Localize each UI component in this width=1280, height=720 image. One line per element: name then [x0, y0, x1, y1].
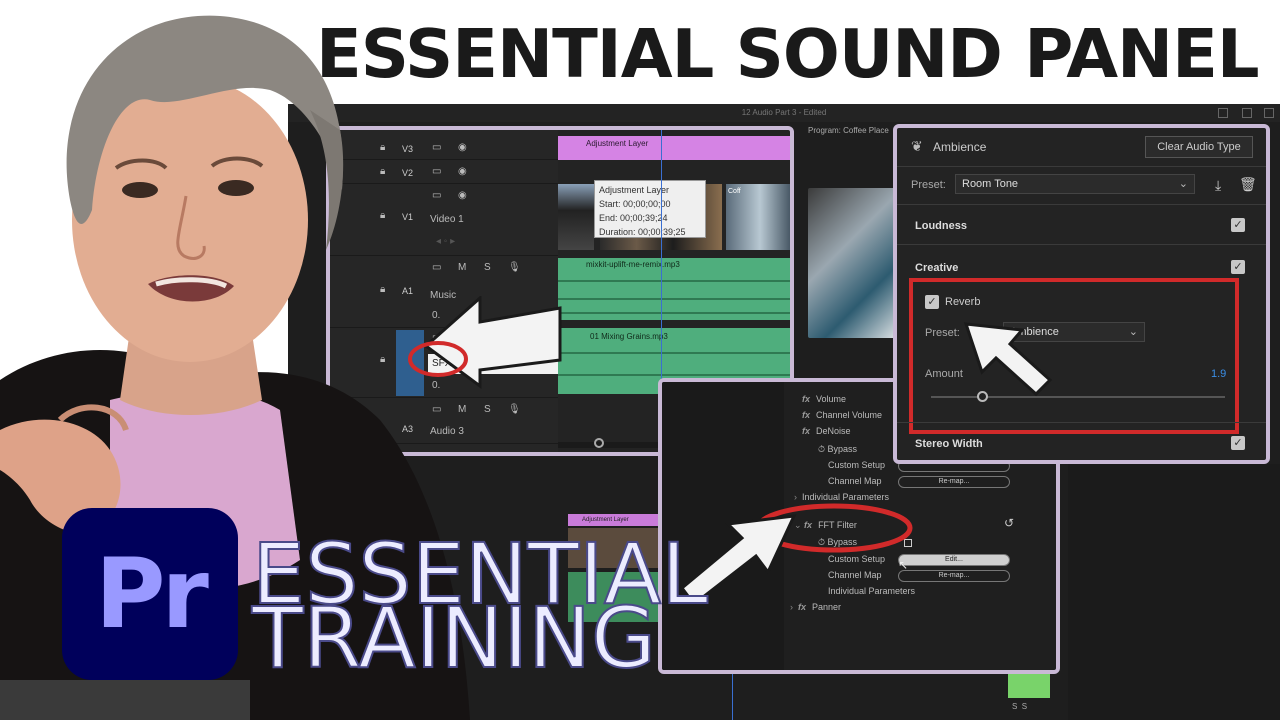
- reset-icon[interactable]: ↺: [1004, 516, 1014, 530]
- denoise-bypass[interactable]: ⏱︎ Bypass: [818, 444, 857, 455]
- tooltip-start: Start: 00;00;00;00: [599, 199, 671, 209]
- video-clip[interactable]: Coff: [726, 184, 790, 250]
- trash-icon[interactable]: 🗑︎: [1239, 176, 1257, 193]
- share-icon[interactable]: [1242, 108, 1252, 118]
- adjustment-layer-label: Adjustment Layer: [586, 139, 649, 148]
- workspace-icon[interactable]: [1218, 108, 1228, 118]
- preset-label: Preset:: [911, 179, 946, 191]
- preset-select[interactable]: Room Tone ⌄: [955, 174, 1195, 194]
- fullscreen-icon[interactable]: [1264, 108, 1274, 118]
- loudness-checkbox[interactable]: ✓: [1231, 218, 1245, 232]
- essential-sound-panel: ❦ Ambience Clear Audio Type Preset: Room…: [893, 124, 1270, 464]
- denoise-remap-button[interactable]: Re-map...: [898, 476, 1010, 488]
- premiere-pro-logo: Pr: [62, 508, 238, 680]
- solo-button[interactable]: S: [484, 404, 491, 415]
- tooltip-end: End: 00;00;39;24: [599, 213, 668, 223]
- clip-tooltip: Adjustment Layer Start: 00;00;00;00 End:…: [594, 180, 706, 238]
- fft-edit-button[interactable]: Edit...: [898, 554, 1010, 566]
- section-stereo-width[interactable]: Stereo Width: [915, 438, 983, 450]
- creative-checkbox[interactable]: ✓: [1231, 260, 1245, 274]
- title-training: TRAINING: [251, 589, 657, 687]
- video-thumbnail: ESSENTIAL SOUND PANEL 12 Audio Part 3 - …: [0, 0, 1280, 720]
- effect-volume[interactable]: fx Volume: [802, 394, 846, 404]
- ambience-icon: ❦: [911, 138, 923, 154]
- video-clip[interactable]: [558, 184, 594, 250]
- effect-channel-volume[interactable]: fx Channel Volume: [802, 410, 882, 420]
- tooltip-title: Adjustment Layer: [599, 185, 670, 195]
- effect-denoise[interactable]: fx DeNoise: [802, 426, 851, 436]
- fft-remap-button[interactable]: Re-map...: [898, 570, 1010, 582]
- video-clip-label: Coff: [728, 188, 741, 195]
- stopwatch-icon[interactable]: ⏱︎: [818, 444, 828, 454]
- fx-icon: fx: [802, 426, 811, 436]
- music-clip-label: mixkit-uplift-me-remix.mp3: [586, 260, 680, 269]
- audio-meters-area: [1068, 464, 1280, 720]
- sfx-clip-label: 01 Mixing Grains.mp3: [590, 332, 668, 341]
- solo-button[interactable]: S: [484, 262, 491, 273]
- preset-value: Room Tone: [962, 178, 1019, 190]
- stereo-width-checkbox[interactable]: ✓: [1231, 436, 1245, 450]
- window-status: Edited: [803, 108, 827, 117]
- meter-solo-labels: S S: [1012, 702, 1028, 711]
- clear-audio-type-button[interactable]: Clear Audio Type: [1145, 136, 1253, 158]
- section-creative[interactable]: Creative: [915, 262, 958, 274]
- save-preset-icon[interactable]: ⤓: [1215, 177, 1221, 194]
- section-loudness[interactable]: Loudness: [915, 220, 967, 232]
- tooltip-duration: Duration: 00;00;39;25: [599, 227, 686, 237]
- window-title: 12 Audio Part 3: [741, 108, 797, 117]
- mic-icon[interactable]: 🎙︎: [508, 404, 521, 415]
- adjustment-layer-clip[interactable]: Adjustment Layer: [558, 136, 790, 160]
- denoise-channel-map: Channel Map: [828, 476, 882, 486]
- audio-meter: [1008, 670, 1050, 698]
- fx-icon: fx: [802, 410, 811, 420]
- fft-individual-params[interactable]: Individual Parameters: [828, 586, 915, 596]
- mic-icon[interactable]: 🎙︎: [508, 262, 521, 273]
- music-clip[interactable]: mixkit-uplift-me-remix.mp3: [558, 258, 790, 320]
- fx-icon: fx: [802, 394, 811, 404]
- arrow-pointer-reverb: [963, 322, 1053, 397]
- red-highlight-box: [909, 278, 1239, 434]
- chevron-down-icon: ⌄: [1178, 178, 1188, 190]
- denoise-custom-setup: Custom Setup: [828, 460, 886, 470]
- fft-channel-map: Channel Map: [828, 570, 882, 580]
- zoom-handle[interactable]: [594, 438, 604, 448]
- program-monitor-frame: [808, 188, 896, 338]
- audio-type-title: Ambience: [933, 140, 987, 154]
